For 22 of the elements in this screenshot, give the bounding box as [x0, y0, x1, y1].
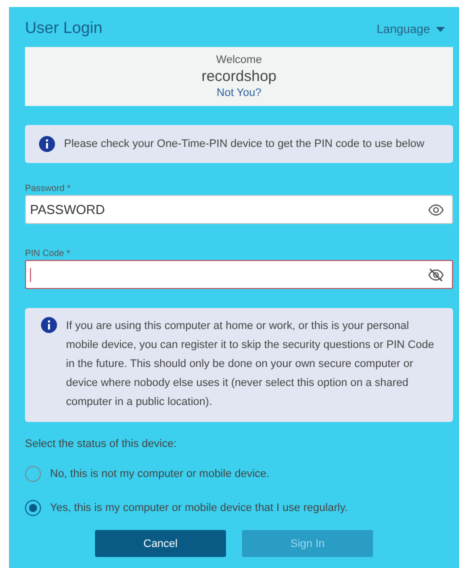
device-info-text: If you are using this computer at home or work, or this is your personal mobile device, you can register it to skip the security questions or PIN Code in the future. This should only be done on your own secure computer or device where nobody else uses it (never select this option on a shared computer in a public location).	[66, 319, 436, 410]
welcome-text: Welcome	[216, 54, 262, 66]
window-title: User Login	[25, 20, 102, 38]
input-field[interactable]: PASSWORD	[25, 195, 453, 224]
field-label: Password *	[25, 183, 72, 193]
input-field[interactable]	[25, 260, 453, 289]
caret-icon	[436, 26, 445, 32]
field-label: PIN Code *	[25, 248, 72, 258]
radio-label[interactable]: No, this is not my computer or mobile device.	[50, 468, 270, 480]
cancel-button[interactable]: Cancel	[95, 530, 226, 557]
not-you-link[interactable]: Not You?	[216, 87, 262, 99]
radio-button[interactable]	[25, 500, 41, 516]
eye-icon[interactable]	[428, 204, 444, 216]
radio-button[interactable]	[25, 466, 41, 482]
info-icon	[41, 317, 57, 333]
device-status-label: Select the status of this device:	[25, 438, 178, 450]
eye-slash-icon[interactable]	[428, 268, 444, 282]
notice-text: Please check your One-Time-PIN device to get the PIN code to use below	[64, 137, 424, 152]
username: recordshop	[201, 68, 277, 85]
radio-label[interactable]: Yes, this is my computer or mobile device that I use regularly.	[50, 502, 348, 514]
info-icon	[39, 136, 55, 152]
language-dropdown[interactable]: Language	[376, 22, 453, 36]
